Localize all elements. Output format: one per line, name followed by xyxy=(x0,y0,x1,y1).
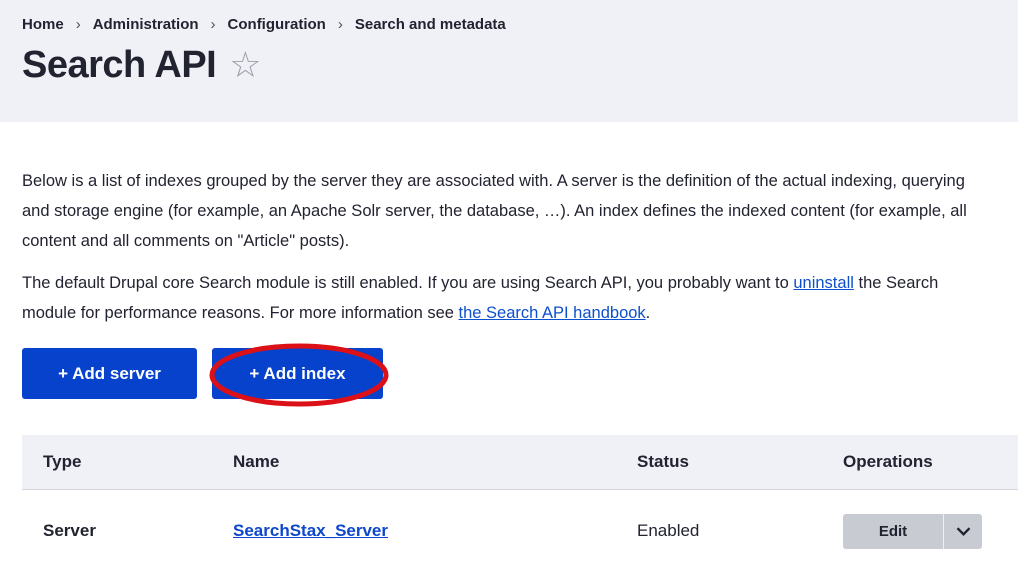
page-title: Search API xyxy=(22,44,217,86)
paragraph-text: . xyxy=(645,304,651,322)
breadcrumb: Home › Administration › Configuration › … xyxy=(22,17,1018,33)
server-type-cell: Server xyxy=(22,489,212,573)
intro-paragraph-1-line-1: Below is a list of indexes grouped by th… xyxy=(22,172,965,190)
intro-paragraph-2-line-1: The default Drupal core Search module is… xyxy=(22,268,1018,298)
dropbutton-toggle[interactable] xyxy=(944,514,982,549)
page-header: Home › Administration › Configuration › … xyxy=(0,0,1018,122)
breadcrumb-separator-icon: › xyxy=(337,16,343,33)
breadcrumb-administration[interactable]: Administration xyxy=(93,17,199,33)
paragraph-text: The default Drupal core Search module is… xyxy=(22,274,794,292)
paragraph-text: the Search xyxy=(853,274,939,292)
server-operations-cell: Edit xyxy=(822,489,1018,573)
server-name-cell: SearchStax_Server xyxy=(212,489,616,573)
server-status-cell: Enabled xyxy=(616,489,822,573)
breadcrumb-search-and-metadata[interactable]: Search and metadata xyxy=(355,17,506,33)
action-buttons-row: + Add server + Add index xyxy=(22,343,1018,407)
column-header-status: Status xyxy=(616,435,822,490)
page: Home › Administration › Configuration › … xyxy=(0,0,1018,576)
intro-paragraph-1: Below is a list of indexes grouped by th… xyxy=(22,166,1018,256)
uninstall-link[interactable]: uninstall xyxy=(793,274,854,292)
operations-dropbutton: Edit xyxy=(843,513,982,549)
search-api-handbook-link[interactable]: the Search API handbook xyxy=(459,304,646,322)
intro-paragraph-2-line-2: module for performance reasons. For more… xyxy=(22,298,1018,328)
title-row: Search API ☆ xyxy=(22,42,1018,88)
column-header-type: Type xyxy=(22,435,212,490)
chevron-down-icon xyxy=(956,527,970,536)
favorite-star-icon[interactable]: ☆ xyxy=(229,47,261,83)
column-header-operations: Operations xyxy=(822,435,1018,490)
table-header-row: Type Name Status Operations xyxy=(22,435,1018,490)
breadcrumb-separator-icon: › xyxy=(75,16,81,33)
edit-button[interactable]: Edit xyxy=(843,514,943,549)
breadcrumb-home[interactable]: Home xyxy=(22,17,64,33)
server-name-link[interactable]: SearchStax_Server xyxy=(233,521,388,540)
paragraph-text: module for performance reasons. For more… xyxy=(22,304,459,322)
breadcrumb-separator-icon: › xyxy=(210,16,216,33)
add-server-button[interactable]: + Add server xyxy=(22,348,197,399)
add-index-button[interactable]: + Add index xyxy=(212,348,383,399)
servers-indexes-table: Type Name Status Operations Server Searc… xyxy=(22,435,1018,573)
table-row: Server SearchStax_Server Enabled Edit xyxy=(22,489,1018,573)
breadcrumb-configuration[interactable]: Configuration xyxy=(228,17,326,33)
main-content: Below is a list of indexes grouped by th… xyxy=(0,122,1018,573)
intro-paragraph-1-line-2: and storage engine (for example, an Apac… xyxy=(22,202,967,220)
intro-paragraph-1-line-3: content and all comments on "Article" po… xyxy=(22,232,350,250)
intro-paragraph-2: The default Drupal core Search module is… xyxy=(22,268,1018,328)
table-header: Type Name Status Operations xyxy=(22,435,1018,490)
column-header-name: Name xyxy=(212,435,616,490)
